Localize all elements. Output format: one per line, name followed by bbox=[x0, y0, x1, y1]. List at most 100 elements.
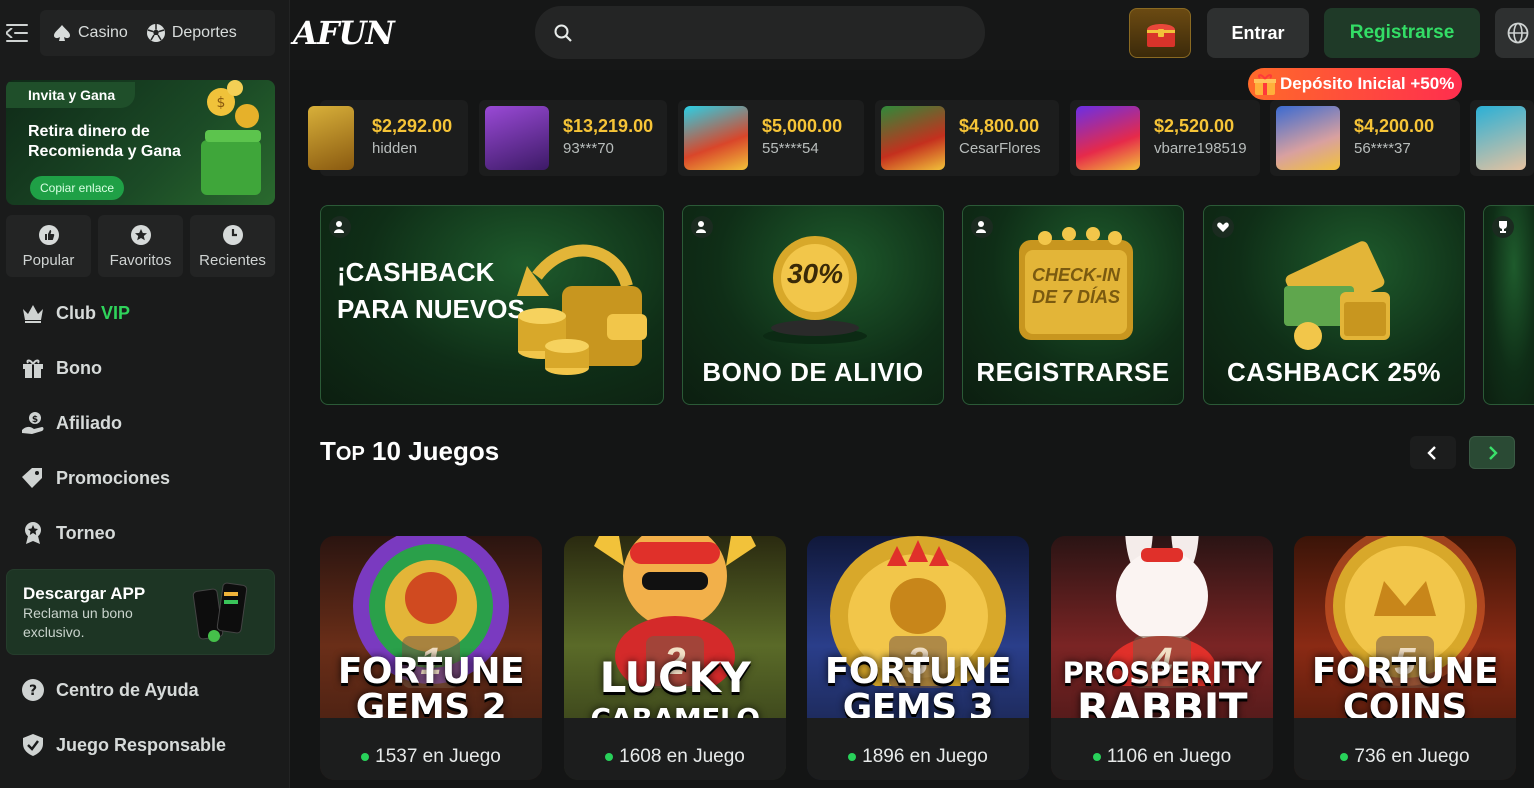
win-card[interactable] bbox=[1470, 100, 1534, 176]
win-amount: $13,219.00 bbox=[563, 116, 654, 136]
quick-popular[interactable]: Popular bbox=[6, 215, 91, 277]
promo-title: CASHBACK 25% bbox=[1226, 357, 1442, 387]
nav-juego-responsable[interactable]: Juego Responsable bbox=[20, 730, 226, 760]
win-card[interactable]: $5,000.00 55****54 bbox=[678, 100, 864, 176]
win-amount: $4,200.00 bbox=[1354, 116, 1435, 136]
logo[interactable]: AFUN bbox=[293, 14, 395, 52]
svg-text:$: $ bbox=[217, 95, 226, 111]
nav-club-vip[interactable]: Club VIP bbox=[20, 298, 130, 328]
game-players: 1608 en Juego bbox=[564, 746, 786, 768]
game-thumbnail bbox=[485, 106, 549, 170]
language-button[interactable] bbox=[1495, 8, 1534, 58]
game-card[interactable]: 3 FORTUNE GEMS 3 1896 en Juego bbox=[807, 536, 1029, 780]
win-user: CesarFlores bbox=[959, 140, 1041, 157]
game-card[interactable]: 2 LUCKYCARAMELO 1608 en Juego bbox=[564, 536, 786, 780]
category-casino[interactable]: Casino bbox=[46, 16, 134, 50]
carousel-next-button[interactable] bbox=[1469, 436, 1515, 469]
login-button[interactable]: Entrar bbox=[1207, 8, 1309, 58]
nav-centro-ayuda[interactable]: ? Centro de Ayuda bbox=[20, 675, 199, 705]
invite-banner[interactable]: Invita y Gana Retira dinero de Recomiend… bbox=[6, 80, 275, 205]
win-amount: $2,292.00 bbox=[372, 116, 453, 136]
top-games-title: TOP 10 Juegos bbox=[320, 436, 500, 466]
user-icon bbox=[329, 216, 351, 238]
nav-promociones[interactable]: Promociones bbox=[20, 463, 170, 493]
online-dot-icon bbox=[1340, 752, 1349, 761]
star-icon bbox=[130, 224, 151, 245]
gift-icon bbox=[1254, 74, 1276, 95]
carousel-prev-button[interactable] bbox=[1410, 436, 1456, 469]
win-card[interactable]: $2,520.00 vbarre198519 bbox=[1070, 100, 1260, 176]
nav-label: Centro de Ayuda bbox=[56, 679, 199, 700]
shield-check-icon bbox=[23, 734, 43, 756]
main-content: $2,292.00 hidden $13,219.00 93***70 $5,0… bbox=[290, 70, 1534, 788]
collapse-menu-icon[interactable] bbox=[6, 22, 30, 44]
promo-registrarse[interactable]: CHECK-IN DE 7 DÍAS REGISTRARSE bbox=[962, 205, 1184, 405]
nav-label: Torneo bbox=[56, 522, 116, 543]
promo-badge: CHECK-IN DE 7 DÍAS bbox=[1031, 265, 1121, 307]
svg-text:?: ? bbox=[29, 683, 37, 699]
search-icon bbox=[554, 24, 572, 42]
affiliate-icon: $ bbox=[22, 412, 44, 434]
promo-trophy-partial[interactable] bbox=[1483, 205, 1534, 405]
search-input[interactable] bbox=[535, 6, 985, 59]
download-subtitle: Reclama un bono exclusivo. bbox=[23, 605, 133, 640]
online-dot-icon bbox=[1092, 752, 1101, 761]
promotion-tag-icon bbox=[22, 468, 42, 488]
game-card[interactable]: 4 PROSPERITY RABBIT 1106 en Juego bbox=[1051, 536, 1273, 780]
quick-recientes[interactable]: Recientes bbox=[190, 215, 275, 277]
register-button[interactable]: Registrarse bbox=[1324, 8, 1480, 58]
top-bar: AFUN Entrar Registrarse Depósito Inicial… bbox=[290, 0, 1534, 100]
treasure-chest-button[interactable] bbox=[1129, 8, 1191, 58]
online-dot-icon bbox=[848, 752, 857, 761]
chevron-left-icon bbox=[1427, 445, 1436, 460]
category-switch: Casino Deportes bbox=[40, 10, 275, 56]
category-deportes[interactable]: Deportes bbox=[140, 16, 243, 50]
promo-cashback-25[interactable]: CASHBACK 25% bbox=[1203, 205, 1465, 405]
category-label: Deportes bbox=[171, 24, 237, 41]
promo-badge: 30% bbox=[786, 258, 844, 289]
game-thumbnail bbox=[308, 106, 354, 170]
user-icon bbox=[971, 216, 993, 238]
money-stack-icon: $ bbox=[201, 80, 261, 195]
online-dot-icon bbox=[361, 752, 370, 761]
game-thumbnail bbox=[881, 106, 945, 170]
win-user: vbarre198519 bbox=[1154, 140, 1247, 157]
quick-label: Recientes bbox=[199, 251, 266, 269]
nav-bono[interactable]: Bono bbox=[20, 353, 102, 383]
phones-icon bbox=[192, 582, 248, 642]
nav-label: Club bbox=[56, 302, 96, 323]
win-card[interactable]: $4,200.00 56****37 bbox=[1270, 100, 1460, 176]
copy-link-button[interactable]: Copiar enlace bbox=[30, 176, 125, 200]
svg-text:$: $ bbox=[32, 415, 38, 425]
deposit-bonus-badge[interactable]: Depósito Inicial +50% bbox=[1248, 68, 1463, 100]
nav-label: Promociones bbox=[56, 467, 171, 488]
game-card[interactable]: 1 FORTUNE GEMS 2 1537 en Juego bbox=[320, 536, 542, 780]
heart-icon bbox=[1212, 216, 1234, 238]
win-amount: $2,520.00 bbox=[1154, 116, 1235, 136]
download-app-banner[interactable]: Descargar APP Reclama un bono exclusivo. bbox=[6, 569, 275, 655]
win-card[interactable]: $2,292.00 hidden bbox=[308, 100, 468, 176]
medal-icon bbox=[25, 522, 41, 544]
invite-title: Retira dinero de Recomienda y Gana bbox=[28, 123, 181, 160]
promo-cashback-nuevos[interactable]: ¡CASHBACK PARA NUEVOS bbox=[320, 205, 664, 405]
promo-bono-alivio[interactable]: 30% BONO DE ALIVIO bbox=[682, 205, 944, 405]
quick-favoritos[interactable]: Favoritos bbox=[98, 215, 183, 277]
win-card[interactable]: $13,219.00 93***70 bbox=[479, 100, 667, 176]
globe-icon bbox=[1507, 22, 1529, 44]
win-card[interactable]: $4,800.00 CesarFlores bbox=[875, 100, 1059, 176]
game-players: 1896 en Juego bbox=[807, 746, 1029, 768]
game-card[interactable]: 5 FORTUNE COINS 736 en Juego bbox=[1294, 536, 1516, 780]
nav-label: Bono bbox=[56, 357, 102, 378]
win-amount: $4,800.00 bbox=[959, 116, 1040, 136]
wallet-coins-icon bbox=[517, 244, 647, 375]
crown-icon bbox=[23, 305, 43, 323]
trophy-icon bbox=[1492, 216, 1514, 238]
treasure-chest-icon bbox=[1147, 24, 1175, 47]
vip-highlight: VIP bbox=[101, 302, 131, 323]
user-icon bbox=[691, 216, 713, 238]
game-players: 1106 en Juego bbox=[1051, 746, 1273, 768]
nav-afiliado[interactable]: $ Afiliado bbox=[20, 408, 122, 438]
deposit-badge-label: Depósito Inicial +50% bbox=[1280, 74, 1455, 93]
game-thumbnail bbox=[684, 106, 748, 170]
nav-torneo[interactable]: Torneo bbox=[20, 518, 116, 548]
